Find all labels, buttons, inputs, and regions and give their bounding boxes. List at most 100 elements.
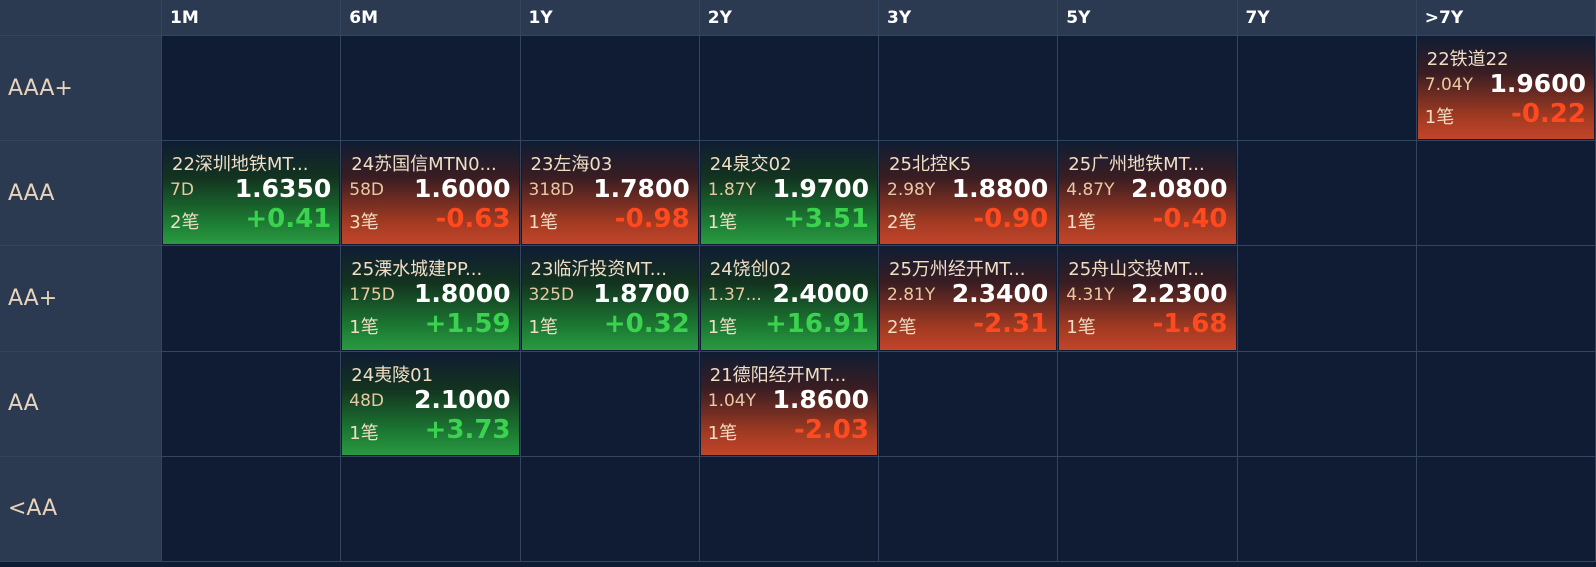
yield-value: 2.1000 xyxy=(414,384,511,414)
remaining-term: 2.98Y xyxy=(887,180,936,201)
remaining-term: 1.04Y xyxy=(707,390,756,411)
yield-change: -1.68 xyxy=(1152,309,1228,340)
grid-cell[interactable]: 25舟山交投MT... 4.31Y 2.2300 1笔 -1.68 xyxy=(1058,246,1238,352)
bond-card[interactable]: 25广州地铁MT... 4.87Y 2.0800 1笔 -0.40 xyxy=(1059,142,1236,245)
grid-cell xyxy=(162,456,342,562)
row-header-0: AAA+ xyxy=(0,36,162,142)
grid-cell xyxy=(341,456,521,562)
grid-cell xyxy=(162,36,342,142)
yield-change: +3.51 xyxy=(783,204,869,235)
bond-card[interactable]: 24泉交02 1.87Y 1.9700 1笔 +3.51 xyxy=(700,142,877,245)
remaining-term: 4.31Y xyxy=(1066,285,1115,306)
row-header-1: AAA xyxy=(0,141,162,247)
trade-count: 1笔 xyxy=(349,317,379,339)
yield-change: +0.41 xyxy=(245,204,332,235)
grid-cell[interactable]: 24饶创02 1.37... 2.4000 1笔 +16.91 xyxy=(699,246,879,352)
bond-name: 25溧水城建PP... xyxy=(351,259,483,281)
remaining-term: 2.81Y xyxy=(887,285,936,306)
grid-cell[interactable]: 24泉交02 1.87Y 1.9700 1笔 +3.51 xyxy=(699,141,879,247)
remaining-term: 318D xyxy=(528,180,575,201)
column-header-7[interactable]: >7Y xyxy=(1416,0,1596,36)
grid-cell xyxy=(520,36,700,142)
bond-card[interactable]: 24苏国信MTN0... 58D 1.6000 3笔 -0.63 xyxy=(342,142,519,245)
bond-card[interactable]: 23临沂投资MT... 325D 1.8700 1笔 +0.32 xyxy=(521,247,698,350)
grid-cell[interactable]: 24苏国信MTN0... 58D 1.6000 3笔 -0.63 xyxy=(341,141,521,247)
grid-cell xyxy=(162,246,342,352)
trade-count: 2笔 xyxy=(170,212,200,234)
bond-name: 25万州经开MT... xyxy=(889,259,1026,281)
bond-name: 24泉交02 xyxy=(709,154,792,176)
yield-change: -0.98 xyxy=(614,204,690,235)
grid-cell[interactable]: 21德阳经开MT... 1.04Y 1.8600 1笔 -2.03 xyxy=(699,351,879,457)
bond-card[interactable]: 24饶创02 1.37... 2.4000 1笔 +16.91 xyxy=(700,247,877,350)
trade-count: 1笔 xyxy=(528,317,558,339)
grid-cell xyxy=(1237,36,1417,142)
bond-card[interactable]: 23左海03 318D 1.7800 1笔 -0.98 xyxy=(521,142,698,245)
trade-count: 2笔 xyxy=(887,212,917,234)
remaining-term: 175D xyxy=(349,285,395,306)
yield-value: 1.9600 xyxy=(1489,69,1586,98)
grid-cell[interactable]: 24夷陵01 48D 2.1000 1笔 +3.73 xyxy=(341,351,521,457)
yield-value: 1.8600 xyxy=(772,384,869,414)
trade-count: 1笔 xyxy=(707,212,738,234)
bond-card[interactable]: 25舟山交投MT... 4.31Y 2.2300 1笔 -1.68 xyxy=(1059,247,1236,350)
remaining-term: 4.87Y xyxy=(1066,180,1115,201)
grid-cell xyxy=(1416,456,1596,562)
grid-cell[interactable]: 23临沂投资MT... 325D 1.8700 1笔 +0.32 xyxy=(520,246,700,352)
grid-cell xyxy=(699,456,879,562)
grid-cell xyxy=(1416,246,1596,352)
column-header-4[interactable]: 3Y xyxy=(879,0,1059,36)
grid-cell[interactable]: 25广州地铁MT... 4.87Y 2.0800 1笔 -0.40 xyxy=(1058,141,1238,247)
bond-card[interactable]: 22铁道22 7.04Y 1.9600 1笔 -0.22 xyxy=(1417,37,1594,140)
grid-cell xyxy=(1058,36,1238,142)
bond-card[interactable]: 24夷陵01 48D 2.1000 1笔 +3.73 xyxy=(342,352,519,455)
bond-card[interactable]: 21德阳经开MT... 1.04Y 1.8600 1笔 -2.03 xyxy=(700,352,877,455)
grid-cell[interactable]: 25北控K5 2.98Y 1.8800 2笔 -0.90 xyxy=(879,141,1059,247)
column-header-5[interactable]: 5Y xyxy=(1058,0,1238,36)
trade-count: 1笔 xyxy=(707,422,738,444)
column-header-0[interactable]: 1M xyxy=(162,0,342,36)
grid-cell[interactable]: 22深圳地铁MT... 7D 1.6350 2笔 +0.41 xyxy=(162,141,342,247)
bond-name: 23左海03 xyxy=(530,154,613,176)
grid-cell[interactable]: 25万州经开MT... 2.81Y 2.3400 2笔 -2.31 xyxy=(879,246,1059,352)
bond-name: 22深圳地铁MT... xyxy=(172,154,309,176)
bond-card[interactable]: 25溧水城建PP... 175D 1.8000 1笔 +1.59 xyxy=(342,247,519,350)
yield-change: -2.31 xyxy=(973,309,1049,340)
remaining-term: 7.04Y xyxy=(1424,75,1473,95)
bond-name: 24苏国信MTN0... xyxy=(351,154,497,176)
grid-cell[interactable]: 22铁道22 7.04Y 1.9600 1笔 -0.22 xyxy=(1416,36,1596,142)
yield-change: +3.73 xyxy=(424,414,511,445)
grid-cell xyxy=(1237,141,1417,247)
grid-cell xyxy=(1058,456,1238,562)
bond-card[interactable]: 25万州经开MT... 2.81Y 2.3400 2笔 -2.31 xyxy=(880,247,1057,350)
bond-card[interactable]: 22深圳地铁MT... 7D 1.6350 2笔 +0.41 xyxy=(163,142,340,245)
trade-count: 2笔 xyxy=(887,317,917,339)
yield-change: +16.91 xyxy=(764,309,869,340)
column-header-2[interactable]: 1Y xyxy=(520,0,700,36)
remaining-term: 48D xyxy=(349,390,384,411)
grid-cell xyxy=(1237,456,1417,562)
corner-cell xyxy=(0,0,162,36)
yield-value: 1.8800 xyxy=(951,174,1049,204)
column-header-6[interactable]: 7Y xyxy=(1237,0,1417,36)
column-header-3[interactable]: 2Y xyxy=(699,0,879,36)
bond-card[interactable]: 25北控K5 2.98Y 1.8800 2笔 -0.90 xyxy=(880,142,1057,245)
bond-name: 25舟山交投MT... xyxy=(1068,259,1205,281)
grid-cell xyxy=(520,456,700,562)
trade-count: 1笔 xyxy=(707,317,738,339)
bond-name: 21德阳经开MT... xyxy=(709,364,847,386)
remaining-term: 58D xyxy=(349,180,384,201)
row-header-2: AA+ xyxy=(0,246,162,352)
grid-cell xyxy=(879,36,1059,142)
column-header-1[interactable]: 6M xyxy=(341,0,521,36)
bond-name: 24饶创02 xyxy=(709,259,792,281)
yield-value: 2.4000 xyxy=(772,279,869,309)
grid-cell xyxy=(1416,351,1596,457)
yield-value: 1.8700 xyxy=(593,279,690,309)
yield-value: 1.8000 xyxy=(414,279,511,309)
grid-cell[interactable]: 23左海03 318D 1.7800 1笔 -0.98 xyxy=(520,141,700,247)
grid-cell[interactable]: 25溧水城建PP... 175D 1.8000 1笔 +1.59 xyxy=(341,246,521,352)
yield-value: 1.6350 xyxy=(234,174,332,204)
yield-change: +1.59 xyxy=(424,309,511,340)
grid-cell xyxy=(879,456,1059,562)
